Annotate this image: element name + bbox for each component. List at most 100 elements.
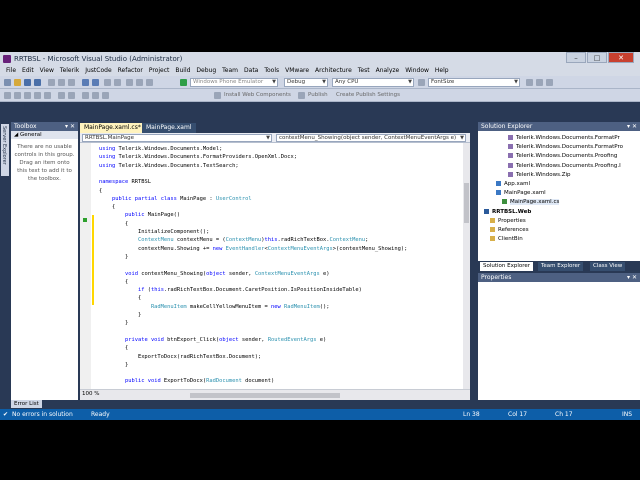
code-line[interactable]: namespace RRTBSL	[99, 178, 151, 186]
open-icon[interactable]	[14, 79, 21, 86]
tool-icon[interactable]	[24, 92, 31, 99]
tool-icon[interactable]	[44, 92, 51, 99]
code-line[interactable]: {	[99, 294, 141, 302]
cut-icon[interactable]	[48, 79, 55, 86]
menu-test[interactable]: Test	[358, 66, 370, 76]
tree-item[interactable]: App.xaml	[496, 180, 530, 188]
code-line[interactable]: contextMenu.Showing += new EventHandler<…	[99, 245, 407, 253]
menu-help[interactable]: Help	[435, 66, 449, 76]
close-button[interactable]: ✕	[608, 52, 634, 63]
install-web-components-button[interactable]: Install Web Components	[224, 92, 291, 98]
tree-item[interactable]: Telerik.Windows.Documents.Proofing.I	[508, 162, 621, 170]
menu-view[interactable]: View	[40, 66, 54, 76]
menu-refactor[interactable]: Refactor	[118, 66, 143, 76]
code-line[interactable]: RadMenuItem makeCellYellowMenuItem = new…	[99, 303, 330, 311]
bookmark-next-icon[interactable]	[102, 92, 109, 99]
code-line[interactable]: using Telerik.Windows.Documents.Model;	[99, 145, 222, 153]
indicator-margin[interactable]	[80, 143, 91, 389]
type-select[interactable]: RRTBSL.MainPage ▼	[82, 134, 272, 142]
undo-icon[interactable]	[82, 79, 89, 86]
comment-icon[interactable]	[58, 92, 65, 99]
tab-mainpage-xaml-cs[interactable]: MainPage.xaml.cs* ✕	[80, 123, 152, 133]
code-line[interactable]: using Telerik.Windows.Documents.TextSear…	[99, 162, 239, 170]
publish-button[interactable]: Publish	[308, 92, 328, 98]
find-icon[interactable]	[418, 79, 425, 86]
save-icon[interactable]	[24, 79, 31, 86]
pin-icon[interactable]: ▾ ✕	[65, 122, 75, 131]
code-line[interactable]: if (this.radRichTextBox.Document.CaretPo…	[99, 286, 362, 294]
code-line[interactable]: {	[99, 278, 128, 286]
code-line[interactable]: }	[99, 253, 128, 261]
menu-architecture[interactable]: Architecture	[315, 66, 352, 76]
tree-item[interactable]: References	[490, 226, 529, 234]
code-line[interactable]: }	[99, 311, 141, 319]
tree-item[interactable]: Telerik.Windows.Documents.Proofing	[508, 152, 617, 160]
zoom-level[interactable]: 100 %	[82, 391, 99, 397]
redo-icon[interactable]	[92, 79, 99, 86]
menu-team[interactable]: Team	[222, 66, 238, 76]
solution-platform-select[interactable]: Any CPU ▼	[332, 78, 414, 87]
code-line[interactable]: {	[99, 203, 115, 211]
tool-icon[interactable]	[34, 92, 41, 99]
menu-telerik[interactable]: Telerik	[60, 66, 79, 76]
solution-configuration-select[interactable]: Debug ▼	[284, 78, 328, 87]
find-input[interactable]: FontSize ▼	[428, 78, 520, 87]
member-select[interactable]: contextMenu_Showing(object sender, Conte…	[276, 134, 466, 142]
menu-analyze[interactable]: Analyze	[376, 66, 400, 76]
scroll-thumb[interactable]	[464, 183, 469, 223]
tree-item[interactable]: Properties	[490, 217, 526, 225]
tree-item[interactable]: RRTBSL.Web	[484, 208, 531, 216]
error-status[interactable]: No errors in solution	[12, 411, 73, 418]
tree-item[interactable]: Telerik.Windows.Zip	[508, 171, 571, 179]
tool-icon[interactable]	[4, 92, 11, 99]
create-publish-settings-button[interactable]: Create Publish Settings	[336, 92, 400, 98]
properties-window-icon[interactable]	[526, 79, 533, 86]
code-area[interactable]: using Telerik.Windows.Documents.Model; us…	[80, 143, 463, 389]
tab-solution-explorer[interactable]: Solution Explorer	[480, 262, 534, 271]
vertical-scrollbar[interactable]	[463, 143, 470, 389]
minimize-button[interactable]: –	[566, 52, 586, 63]
tree-item[interactable]: MainPage.xaml.cs	[502, 198, 560, 206]
copy-icon[interactable]	[58, 79, 65, 86]
toolbox-group-general[interactable]: ◢ General	[11, 131, 78, 139]
paste-icon[interactable]	[68, 79, 75, 86]
toolbox-icon[interactable]	[546, 79, 553, 86]
object-browser-icon[interactable]	[536, 79, 543, 86]
server-explorer-tab[interactable]: Server Explorer	[1, 124, 9, 176]
menu-justcode[interactable]: JustCode	[85, 66, 111, 76]
code-line[interactable]: private void btnExport_Click(object send…	[99, 336, 326, 344]
code-line[interactable]: public MainPage()	[99, 211, 180, 219]
save-all-icon[interactable]	[34, 79, 41, 86]
bookmark-icon[interactable]	[82, 92, 89, 99]
code-line[interactable]: InitializeComponent();	[99, 228, 209, 236]
code-line[interactable]: {	[99, 220, 128, 228]
code-line[interactable]: using Telerik.Windows.Documents.FormatPr…	[99, 153, 297, 161]
maximize-button[interactable]: □	[587, 52, 607, 63]
code-line[interactable]: public void ExportToDocx(RadDocument doc…	[99, 377, 274, 385]
tool-icon[interactable]	[14, 92, 21, 99]
tree-item[interactable]: ClientBin	[490, 235, 523, 243]
layout-icon[interactable]	[146, 79, 153, 86]
error-list-tab[interactable]: Error List	[11, 400, 42, 408]
horizontal-scroll-thumb[interactable]	[190, 393, 340, 398]
tree-item[interactable]: Telerik.Windows.Documents.FormatPr	[508, 134, 620, 142]
menu-vmware[interactable]: VMware	[285, 66, 309, 76]
menu-edit[interactable]: Edit	[22, 66, 34, 76]
code-line[interactable]: {	[99, 187, 102, 195]
start-debugging-icon[interactable]	[180, 79, 187, 86]
windows-icon[interactable]	[136, 79, 143, 86]
code-line[interactable]: ContextMenu contextMenu = (ContextMenu)t…	[99, 236, 368, 244]
tab-mainpage-xaml[interactable]: MainPage.xaml	[142, 123, 196, 133]
menu-debug[interactable]: Debug	[196, 66, 216, 76]
bookmark-prev-icon[interactable]	[92, 92, 99, 99]
tree-item[interactable]: MainPage.xaml	[496, 189, 546, 197]
code-line[interactable]: }	[99, 319, 128, 327]
close-icon[interactable]: ▾ ✕	[627, 273, 637, 282]
code-line[interactable]: void contextMenu_Showing(object sender, …	[99, 270, 330, 278]
close-icon[interactable]: ▾ ✕	[627, 122, 637, 131]
tab-team-explorer[interactable]: Team Explorer	[538, 262, 584, 271]
new-project-icon[interactable]	[4, 79, 11, 86]
navigate-forward-icon[interactable]	[114, 79, 121, 86]
code-line[interactable]: {	[99, 344, 128, 352]
menu-project[interactable]: Project	[149, 66, 170, 76]
